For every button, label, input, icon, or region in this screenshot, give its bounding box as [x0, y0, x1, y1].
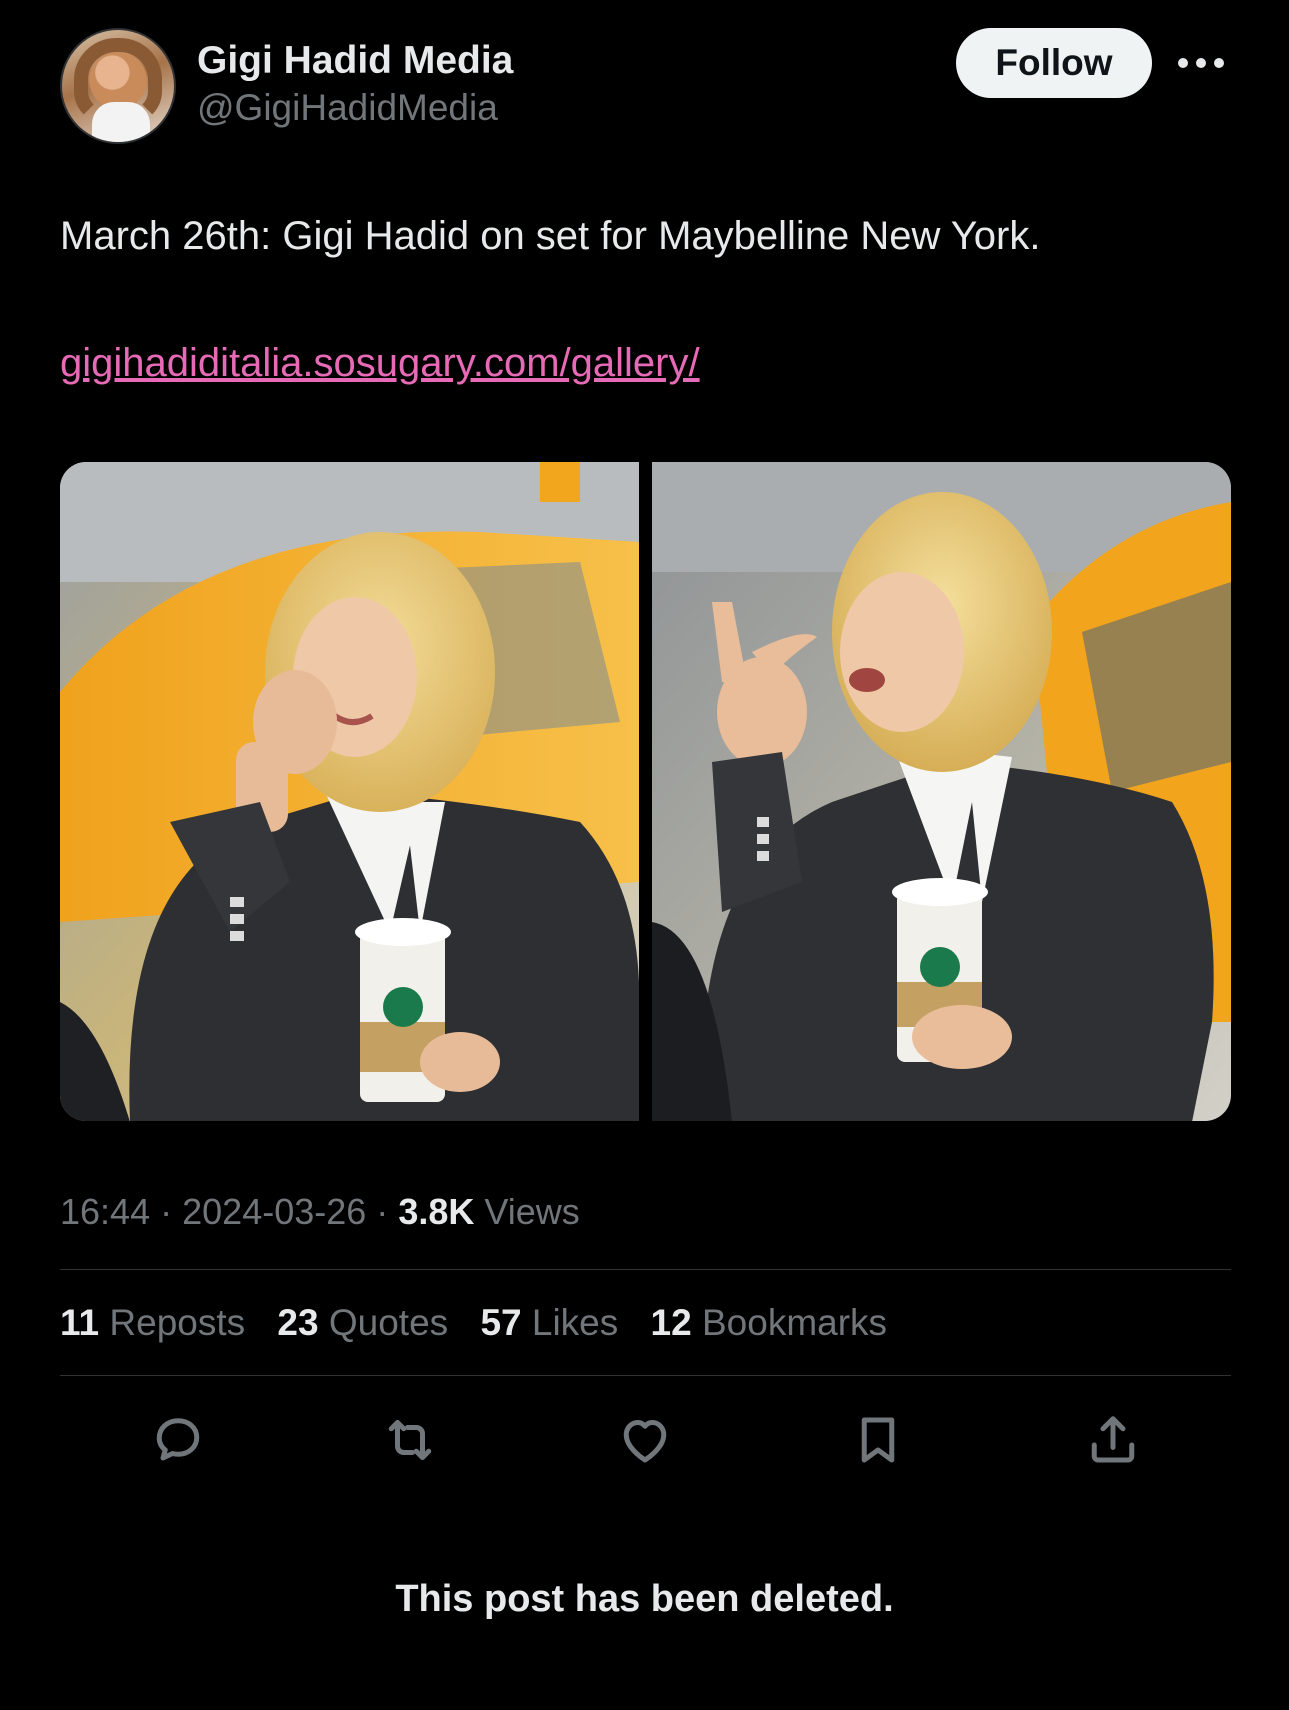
stat-count: 57: [480, 1302, 522, 1343]
stat-count: 12: [650, 1302, 692, 1343]
stat-bookmarks[interactable]: 12 Bookmarks: [651, 1300, 888, 1346]
author-display-name[interactable]: Gigi Hadid Media: [197, 38, 513, 84]
stat-count: 23: [277, 1302, 319, 1343]
repost-button[interactable]: [370, 1400, 450, 1480]
more-options-icon[interactable]: [1174, 48, 1228, 78]
tweet-media[interactable]: [60, 462, 1231, 1121]
share-button[interactable]: [1073, 1400, 1153, 1480]
meta-separator: ·: [160, 1191, 173, 1232]
media-photo-1[interactable]: [60, 462, 639, 1121]
meta-separator: ·: [376, 1191, 389, 1232]
reply-button[interactable]: [138, 1400, 218, 1480]
stat-count: 11: [60, 1302, 100, 1343]
stat-reposts[interactable]: 11 Reposts: [60, 1300, 245, 1346]
follow-button[interactable]: Follow: [956, 28, 1152, 98]
tweet-link[interactable]: gigihadiditalia.sosugary.com/gallery/: [60, 337, 700, 389]
deleted-notice: This post has been deleted.: [395, 1578, 894, 1620]
avatar[interactable]: [60, 28, 176, 144]
stat-label: Quotes: [328, 1302, 449, 1343]
bookmark-button[interactable]: [838, 1400, 918, 1480]
avatar-collar: [92, 102, 150, 142]
stat-label: Bookmarks: [701, 1302, 888, 1343]
stat-likes[interactable]: 57 Likes: [480, 1300, 618, 1346]
tweet-actions: [60, 1400, 1231, 1480]
share-icon: [1091, 1416, 1135, 1463]
reply-icon: [156, 1418, 200, 1461]
repost-icon: [388, 1420, 432, 1460]
tweet-header: Gigi Hadid Media @GigiHadidMedia Follow: [60, 28, 1229, 146]
author-handle[interactable]: @GigiHadidMedia: [197, 86, 513, 130]
heart-icon: [623, 1420, 667, 1463]
tweet-meta: 16:44 · 2024-03-26 · 3.8K Views: [60, 1190, 580, 1234]
views-label: Views: [484, 1191, 580, 1232]
divider: [60, 1375, 1231, 1376]
views-count: 3.8K: [398, 1191, 475, 1232]
media-photo-2[interactable]: [652, 462, 1231, 1121]
bookmark-icon: [861, 1417, 895, 1463]
tweet-stats: 11 Reposts 23 Quotes 57 Likes 12 Bookmar…: [60, 1300, 909, 1346]
like-button[interactable]: [605, 1400, 685, 1480]
divider: [60, 1269, 1231, 1270]
stat-label: Likes: [531, 1302, 619, 1343]
tweet-text: March 26th: Gigi Hadid on set for Maybel…: [60, 214, 1041, 258]
tweet-date[interactable]: 2024-03-26: [182, 1191, 366, 1232]
tweet-time[interactable]: 16:44: [60, 1191, 150, 1232]
stat-label: Reposts: [109, 1302, 246, 1343]
stat-quotes[interactable]: 23 Quotes: [277, 1300, 448, 1346]
author-names: Gigi Hadid Media @GigiHadidMedia: [197, 38, 513, 130]
